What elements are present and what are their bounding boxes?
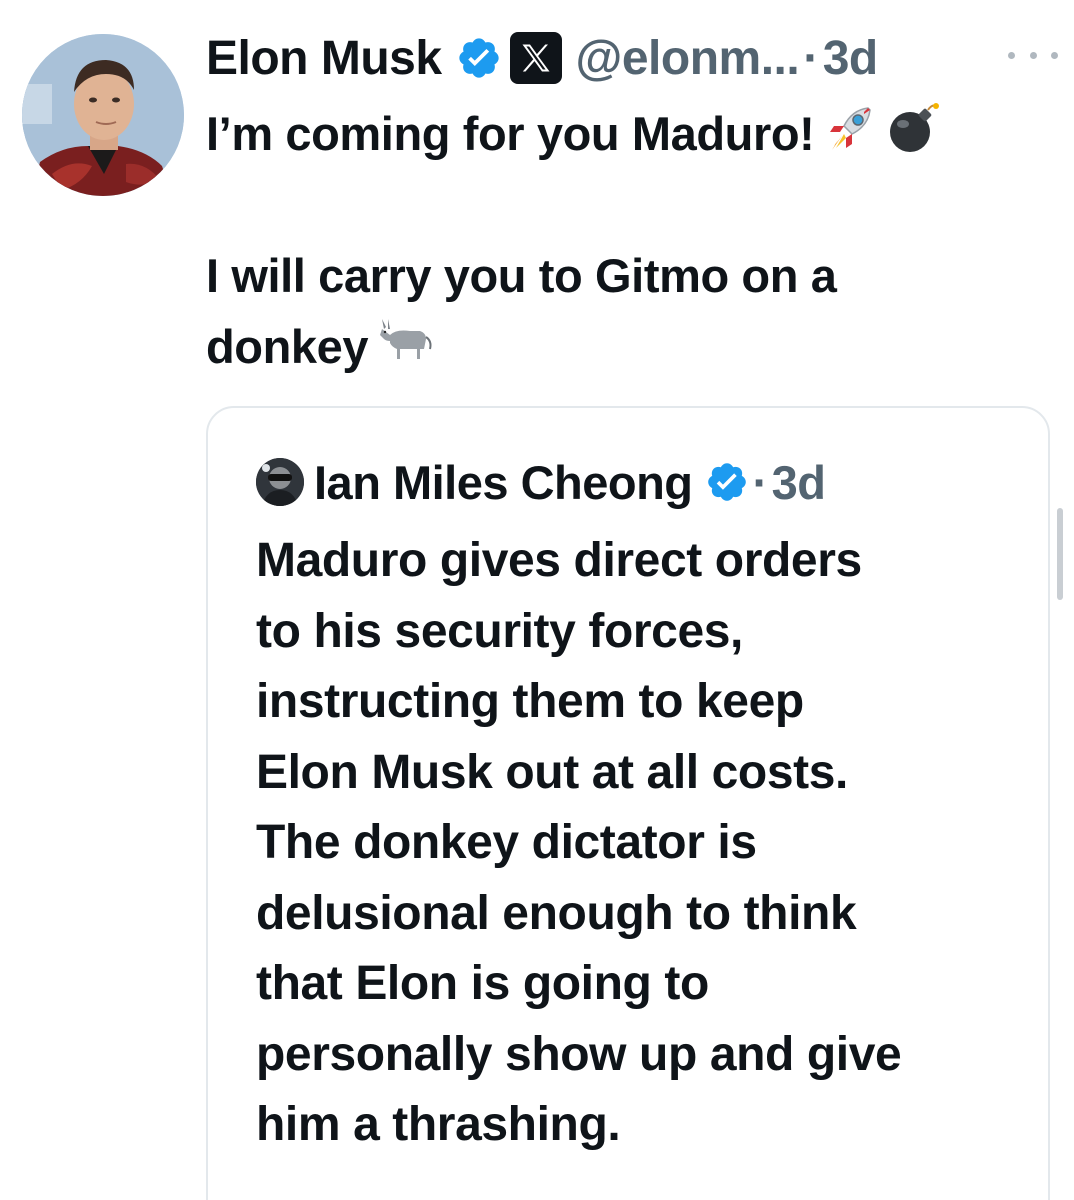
quoted-text-line: delusional enough to think xyxy=(256,886,857,940)
quoted-text-line: The donkey dictator is xyxy=(256,816,757,869)
x-logo-icon[interactable] xyxy=(509,32,562,84)
quoted-post-header: Ian Miles Cheong · 3d xyxy=(256,454,826,510)
scrollbar[interactable] xyxy=(1057,508,1063,600)
post-time[interactable]: 3d xyxy=(823,31,879,86)
post-header: Elon Musk @elonm... · 3d xyxy=(206,28,878,88)
more-dot xyxy=(1008,51,1015,59)
quoted-avatar[interactable] xyxy=(256,458,304,506)
quoted-post-text: Maduro gives direct orders to his securi… xyxy=(256,526,1046,1161)
separator-dot: · xyxy=(752,455,769,509)
post-text-line-3: I will carry you to Gitmo on a xyxy=(206,249,837,302)
avatar[interactable] xyxy=(22,34,184,196)
quoted-text-line: him a thrashing. xyxy=(256,1098,621,1151)
post-text-line-4: donkey xyxy=(206,320,369,373)
quoted-text-line: to his security forces, xyxy=(256,604,743,658)
post-text-line-1: I’m coming for you Maduro! xyxy=(206,107,815,160)
quoted-text-line: Elon Musk out at all costs. xyxy=(256,745,848,799)
post[interactable]: Elon Musk @elonm... · 3d I’m coming for … xyxy=(0,0,1074,1200)
quoted-text-line: personally show up and give xyxy=(256,1027,902,1081)
donkey-emoji xyxy=(376,315,436,386)
post-text-line: donkey xyxy=(206,311,1066,382)
more-dot xyxy=(1029,51,1037,59)
post-text-blank-line xyxy=(206,169,1066,240)
verified-badge-icon[interactable] xyxy=(456,35,502,81)
author-handle[interactable]: @elonm... xyxy=(576,31,800,86)
separator-dot: · xyxy=(803,31,819,85)
post-text: I’m coming for you Maduro! I will carry … xyxy=(206,98,1066,382)
quoted-text-line: Maduro gives direct orders xyxy=(256,534,862,587)
quoted-text-line: instructing them to keep xyxy=(256,675,804,728)
quoted-post-time[interactable]: 3d xyxy=(772,455,826,510)
post-text-line: I’m coming for you Maduro! xyxy=(206,98,1066,169)
quoted-text-line: that Elon is going to xyxy=(256,957,709,1010)
author-name[interactable]: Elon Musk xyxy=(206,31,442,86)
more-dot xyxy=(1051,51,1058,59)
more-options-icon[interactable] xyxy=(1008,40,1058,70)
verified-badge-icon[interactable] xyxy=(705,460,749,504)
quoted-post[interactable]: Ian Miles Cheong · 3d Maduro gives direc… xyxy=(206,406,1050,1200)
rocket-emoji xyxy=(822,100,878,175)
bomb-emoji xyxy=(886,100,942,175)
quoted-author-name[interactable]: Ian Miles Cheong xyxy=(314,455,693,510)
